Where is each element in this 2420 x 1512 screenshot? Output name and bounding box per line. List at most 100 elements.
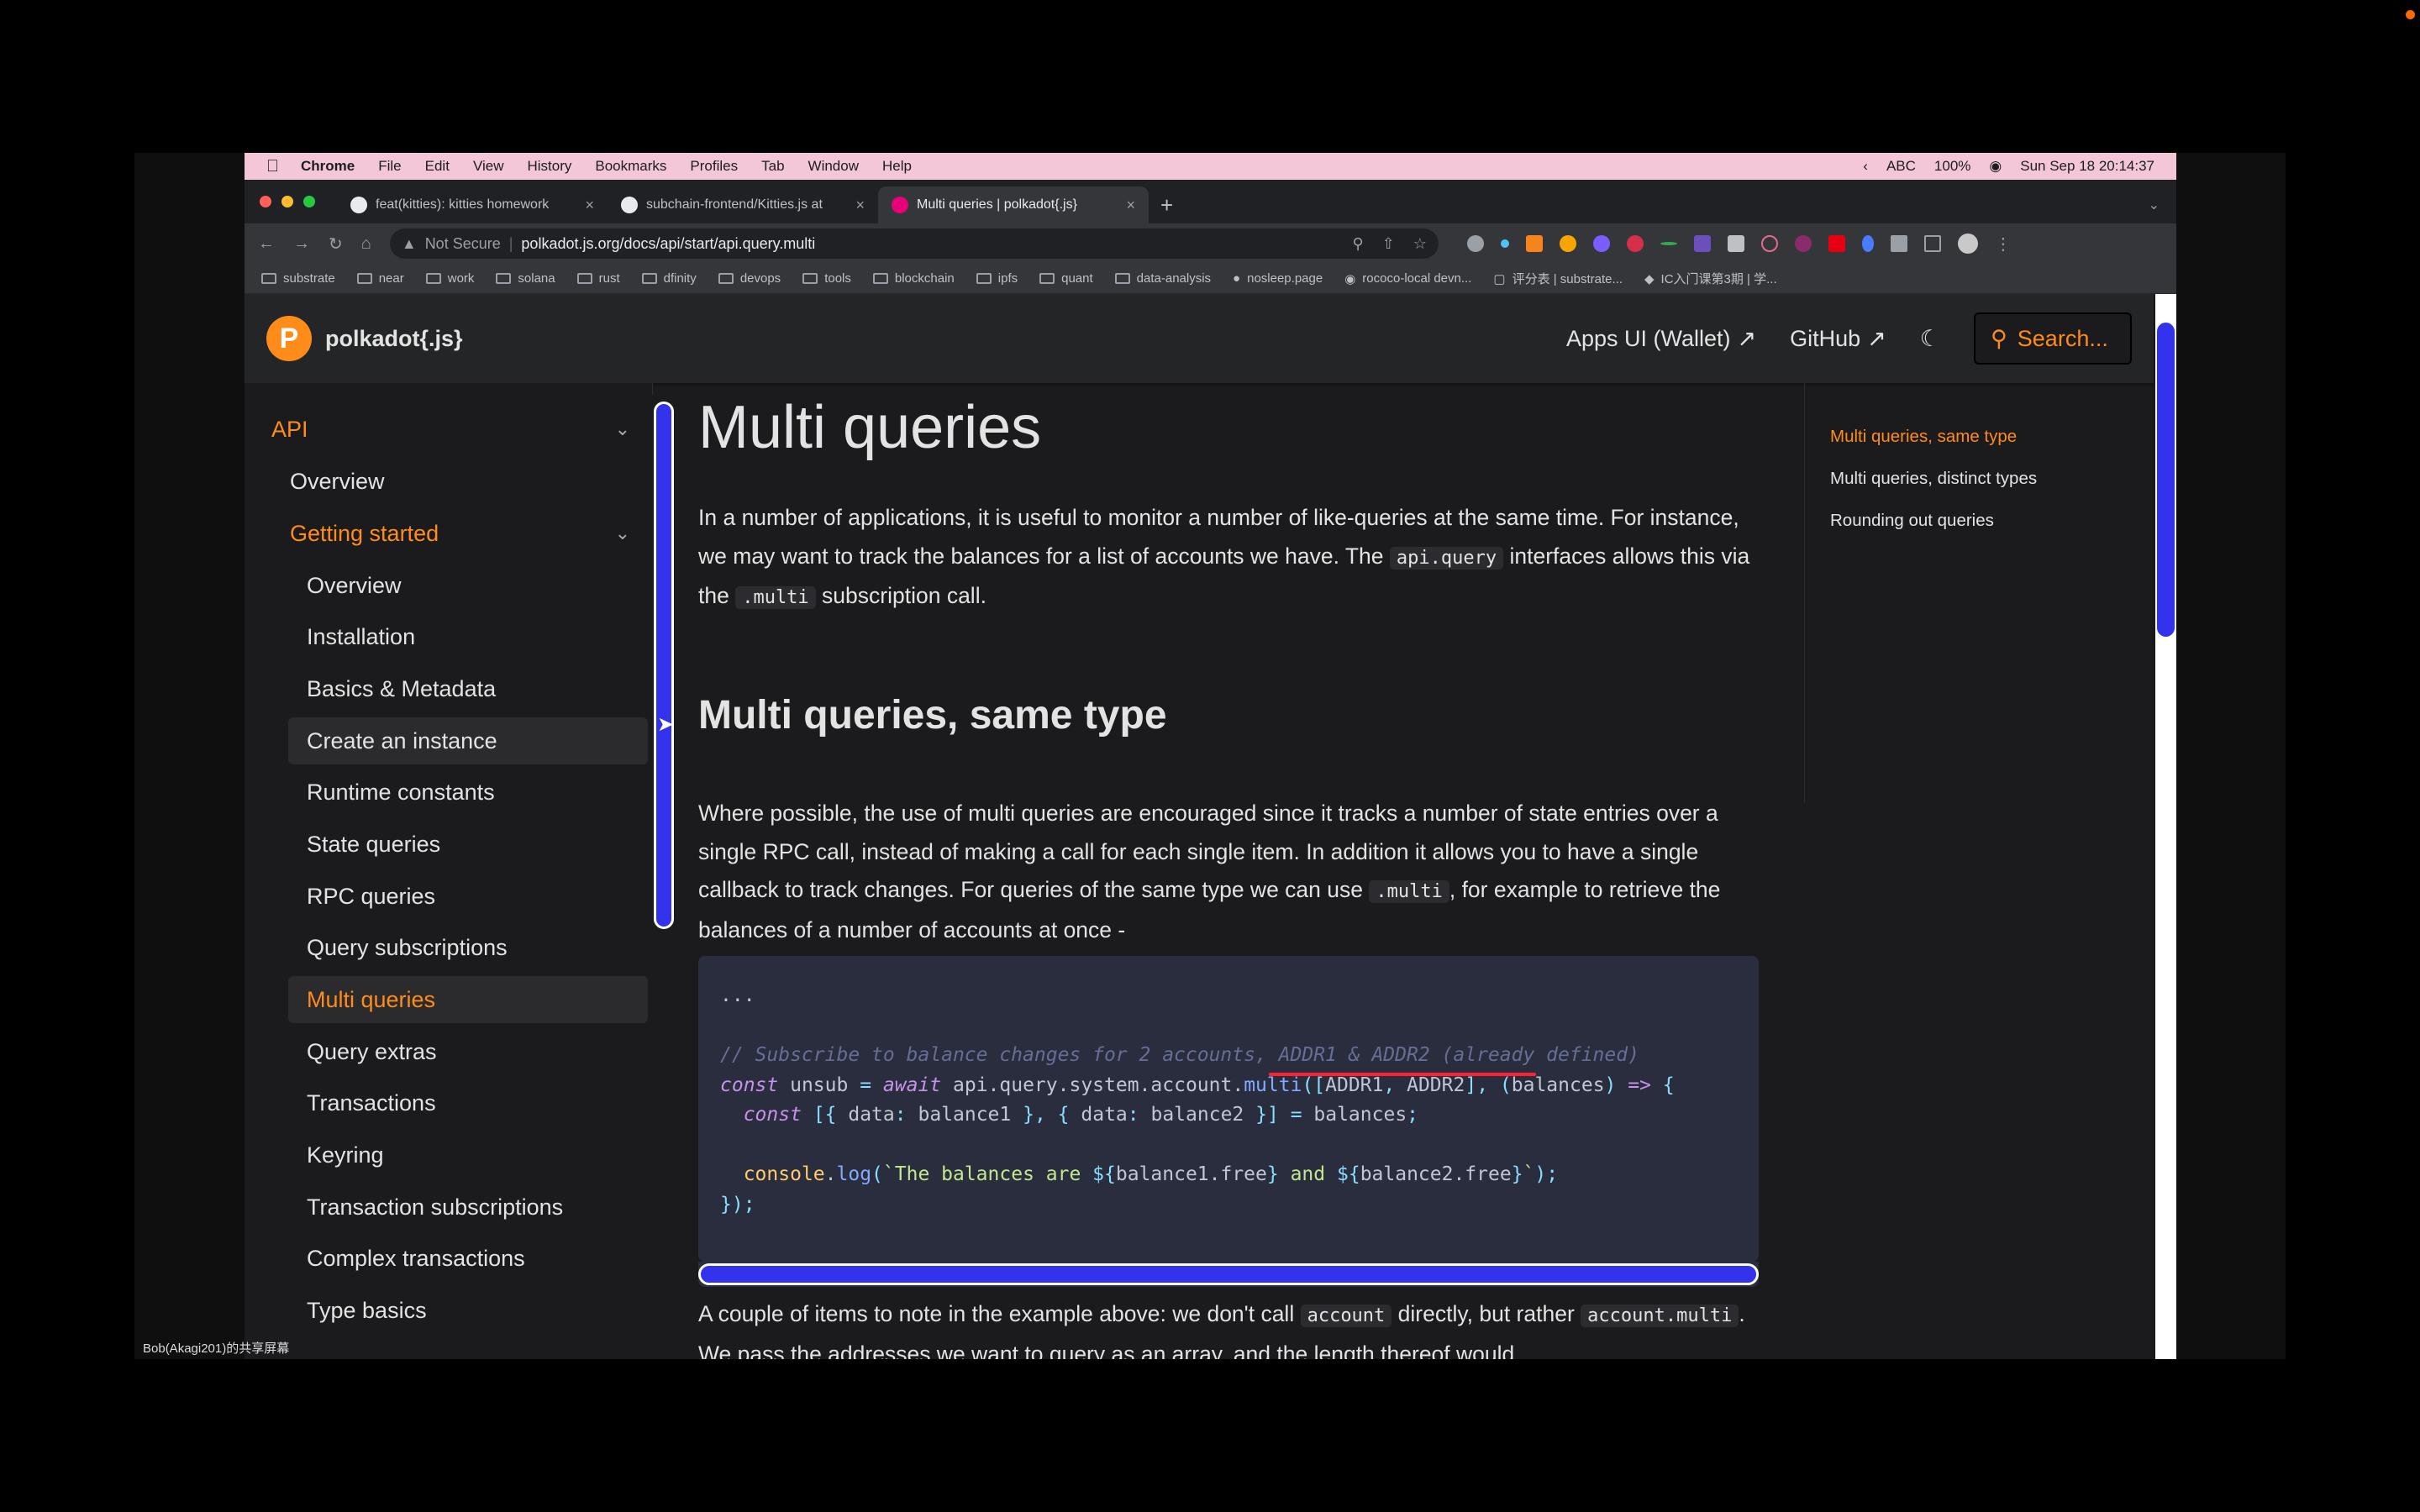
sidebar-item-keyring[interactable]: Keyring <box>307 1142 384 1168</box>
chevron-down-icon[interactable]: ⌄ <box>615 522 630 544</box>
extension-icon[interactable] <box>1626 235 1644 252</box>
sidebar-item-complex-transactions[interactable]: Complex transactions <box>307 1246 525 1272</box>
address-bar[interactable]: ▲ Not Secure | polkadot.js.org/docs/api/… <box>389 228 1439 259</box>
camera-icon[interactable] <box>1727 235 1744 252</box>
bookmark-item[interactable]: rust <box>576 271 620 286</box>
bookmark-star-icon[interactable]: ☆ <box>1413 235 1427 253</box>
puzzle-icon[interactable] <box>1890 235 1907 252</box>
apps-ui-link[interactable]: Apps UI (Wallet) ↗ <box>1566 326 1756 352</box>
sidebar-item-create-instance[interactable]: Create an instance <box>307 728 497 754</box>
extension-icon[interactable] <box>1828 235 1845 252</box>
chevron-down-icon[interactable]: ⌄ <box>615 418 630 440</box>
tab-search-icon[interactable]: ⌄ <box>2149 186 2160 223</box>
kebab-menu-icon[interactable]: ⋮ <box>1995 234 2012 255</box>
wifi-icon[interactable]: ◉ <box>1989 158 2002 175</box>
sidebar-item-rpc-queries[interactable]: RPC queries <box>307 884 435 910</box>
extension-icon[interactable] <box>1693 235 1711 252</box>
sidebar-item-installation[interactable]: Installation <box>307 624 415 650</box>
extension-icon[interactable] <box>1794 235 1812 252</box>
toc-link[interactable]: Multi queries, distinct types <box>1830 469 2037 489</box>
bookmark-item[interactable]: devops <box>718 271 781 286</box>
bookmark-item[interactable]: blockchain <box>872 271 955 286</box>
reload-icon[interactable]: ↻ <box>329 234 343 255</box>
page-scrollbar[interactable] <box>2155 294 2176 1359</box>
sidebar-item-query-extras[interactable]: Query extras <box>307 1039 437 1065</box>
scrollbar-thumb[interactable] <box>654 402 674 929</box>
close-tab-icon[interactable]: × <box>1126 197 1135 214</box>
toc-link[interactable]: Rounding out queries <box>1830 511 1994 531</box>
tab-multi-queries[interactable]: Multi queries | polkadot{.js} × <box>878 186 1149 223</box>
bookmark-item[interactable]: substrate <box>261 271 335 286</box>
forward-icon[interactable]: → <box>293 234 310 254</box>
not-secure-label[interactable]: Not Secure <box>425 235 501 253</box>
close-tab-icon[interactable]: × <box>855 197 865 214</box>
tab-kitties-homework[interactable]: feat(kitties): kitties homework × <box>337 186 608 223</box>
menu-view[interactable]: View <box>473 158 504 175</box>
bookmark-item[interactable]: ◆ IC入门课第3期 | 学... <box>1644 270 1777 287</box>
input-source-label[interactable]: ABC <box>1886 158 1916 175</box>
sidebar-item-runtime-constants[interactable]: Runtime constants <box>307 780 495 806</box>
bookmark-item[interactable]: quant <box>1039 271 1093 286</box>
extension-icon[interactable] <box>1660 242 1677 245</box>
zoom-window-button[interactable] <box>303 196 315 207</box>
sidebar-item-getting-started[interactable]: Getting started <box>290 521 439 547</box>
tab-subchain-frontend[interactable]: subchain-frontend/Kitties.js at × <box>608 186 878 223</box>
sidebar-item-multi-queries[interactable]: Multi queries <box>307 987 435 1013</box>
clock[interactable]: Sun Sep 18 20:14:37 <box>2020 158 2154 175</box>
sidebar-item-type-basics[interactable]: Type basics <box>307 1298 427 1324</box>
close-tab-icon[interactable]: × <box>585 197 594 214</box>
extension-icon[interactable] <box>1861 235 1874 252</box>
menu-app-chrome[interactable]: Chrome <box>301 158 355 175</box>
menu-window[interactable]: Window <box>808 158 859 175</box>
toc-link[interactable]: Multi queries, same type <box>1830 427 2017 447</box>
sidebar-scrollbar[interactable] <box>651 395 676 1359</box>
back-icon[interactable]: ← <box>258 234 275 254</box>
extension-icon[interactable] <box>1500 239 1509 248</box>
sidebar-item-overview-sub[interactable]: Overview <box>307 573 402 599</box>
sidebar-item-basics-metadata[interactable]: Basics & Metadata <box>307 676 496 702</box>
close-window-button[interactable] <box>260 196 271 207</box>
home-icon[interactable]: ⌂ <box>361 234 371 254</box>
menu-file[interactable]: File <box>378 158 401 175</box>
chevron-left-icon[interactable]: ‹ <box>1863 158 1868 175</box>
sidebar-item-state-queries[interactable]: State queries <box>307 832 440 858</box>
avatar[interactable] <box>1957 234 1978 254</box>
menu-profiles[interactable]: Profiles <box>690 158 738 175</box>
sidebar-section-api[interactable]: API <box>271 417 308 443</box>
sidebar-item-transactions[interactable]: Transactions <box>307 1090 436 1116</box>
extension-icon[interactable] <box>1592 235 1610 252</box>
bookmark-item[interactable]: ipfs <box>976 271 1018 286</box>
sidebar-item-overview[interactable]: Overview <box>290 469 385 495</box>
code-horizontal-scrollbar[interactable] <box>698 1262 1759 1287</box>
github-link[interactable]: GitHub ↗ <box>1790 326 1886 352</box>
bookmark-item[interactable]: ▢ 评分表 | substrate... <box>1493 270 1623 287</box>
new-tab-icon[interactable]: + <box>1160 186 1173 223</box>
battery-percent[interactable]: 100% <box>1934 158 1970 175</box>
scrollbar-thumb[interactable] <box>2157 323 2175 637</box>
apple-icon[interactable]:  <box>266 157 279 176</box>
search-button[interactable]: ⚲ Search... <box>1974 312 2132 365</box>
zoom-icon[interactable]: ⚲ <box>1352 235 1363 253</box>
bookmark-item[interactable]: solana <box>496 271 555 286</box>
sidebar-item-transaction-subscriptions[interactable]: Transaction subscriptions <box>307 1194 563 1221</box>
url-text[interactable]: polkadot.js.org/docs/api/start/api.query… <box>521 235 815 253</box>
bookmark-item[interactable]: tools <box>802 271 851 286</box>
share-icon[interactable]: ⇧ <box>1382 235 1395 253</box>
metamask-icon[interactable] <box>1525 235 1543 252</box>
code-block[interactable]: ... // Subscribe to balance changes for … <box>698 956 1759 1262</box>
menu-tab[interactable]: Tab <box>761 158 784 175</box>
warning-icon[interactable]: ▲ <box>402 235 417 253</box>
dark-mode-toggle-icon[interactable]: ☾ <box>1920 326 1940 352</box>
menu-history[interactable]: History <box>527 158 571 175</box>
bookmark-item[interactable]: work <box>425 271 474 286</box>
extension-icon[interactable] <box>1559 235 1576 252</box>
site-brand[interactable]: polkadot{.js} <box>325 326 463 352</box>
polkadot-logo-icon[interactable]: P <box>266 316 312 361</box>
menu-help[interactable]: Help <box>882 158 912 175</box>
extension-icon[interactable] <box>1466 235 1484 252</box>
bookmark-item[interactable]: near <box>356 271 404 286</box>
scrollbar-thumb[interactable] <box>698 1263 1759 1285</box>
menu-edit[interactable]: Edit <box>425 158 450 175</box>
sidebar-item-query-subscriptions[interactable]: Query subscriptions <box>307 935 508 961</box>
bookmark-item[interactable]: dfinity <box>641 271 697 286</box>
